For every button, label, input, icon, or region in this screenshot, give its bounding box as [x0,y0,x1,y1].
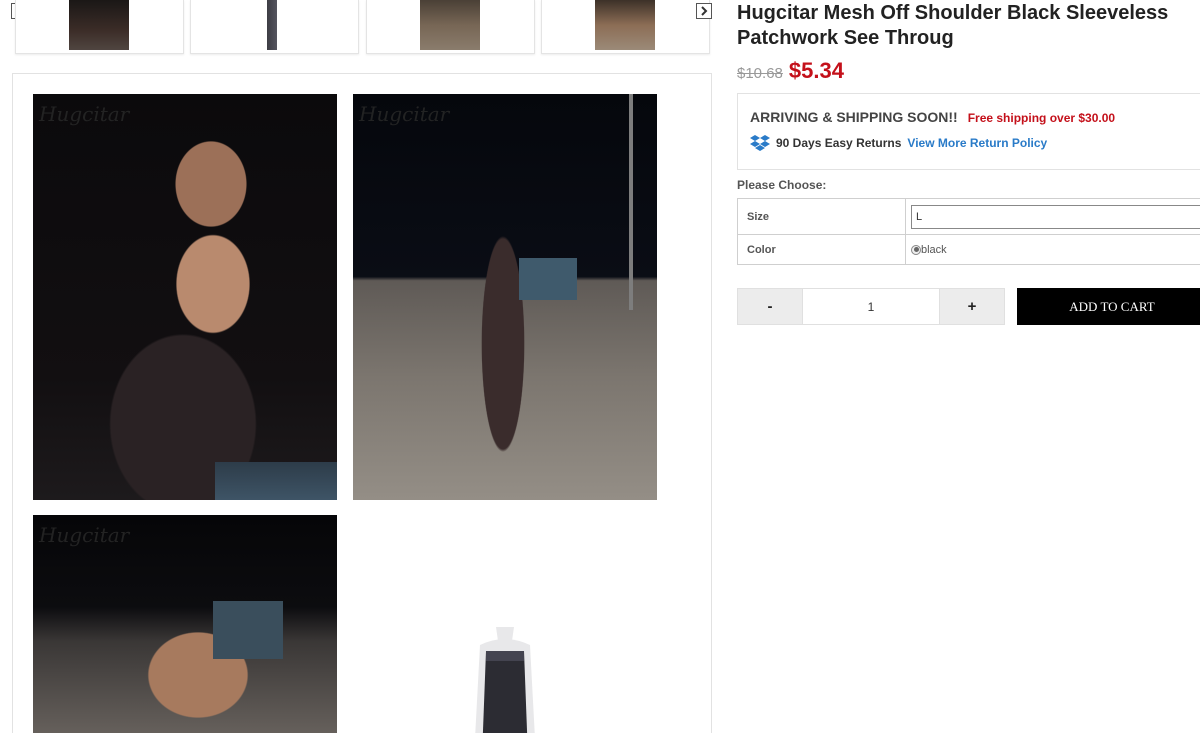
color-radio[interactable] [911,244,921,255]
size-row: Size L [737,198,1200,235]
please-choose-label: Please Choose: [737,178,827,192]
returns-text: 90 Days Easy Returns [776,136,902,150]
product-photo-1[interactable]: Hugcitar [33,94,337,500]
background-building [215,462,337,500]
watermark: Hugcitar [359,102,450,126]
product-photo-3[interactable]: Hugcitar [33,515,337,733]
original-price: $10.68 [737,65,783,82]
sale-price: $5.34 [788,58,844,83]
product-photo-2[interactable]: Hugcitar [353,94,657,500]
thumbnail-strip [0,0,714,58]
free-shipping-note: Free shipping over $30.00 [967,111,1116,125]
thumbnail-image [420,0,480,50]
thumbnail-image [69,0,129,50]
return-policy-link[interactable]: View More Return Policy [907,136,1047,150]
returns-line: 90 Days Easy Returns View More Return Po… [750,134,1047,152]
watermark: Hugcitar [39,523,130,547]
watermark: Hugcitar [39,102,130,126]
shipping-line: ARRIVING & SHIPPING SOON!! Free shipping… [750,109,1115,125]
next-thumbnail-button[interactable] [696,3,712,19]
product-photo-4[interactable] [353,515,657,733]
thumbnail-4[interactable] [541,0,710,54]
chevron-right-icon [701,6,708,16]
quantity-input[interactable]: 1 [803,288,939,325]
color-option-label: black [921,243,947,256]
color-cell: black [905,234,1200,265]
shipping-info-box: ARRIVING & SHIPPING SOON!! Free shipping… [737,93,1200,170]
size-select-value: L [916,210,923,223]
mannequin-dress-image [475,627,535,733]
shipping-heading: ARRIVING & SHIPPING SOON!! [750,109,958,125]
thumbnail-2[interactable] [190,0,359,54]
add-to-cart-button[interactable]: ADD TO CART [1017,288,1200,325]
background-building [519,258,577,300]
color-option-black[interactable]: black [911,244,1200,256]
price-row: $10.68 $5.34 [737,58,844,84]
color-label: Color [737,234,906,265]
product-gallery: Hugcitar Hugcitar Hugcitar [12,73,712,733]
thumbnail-image [595,0,655,50]
thumbnail-3[interactable] [366,0,535,54]
options-table: Size L Color black [737,198,1200,265]
background-pole [629,94,633,310]
size-label: Size [737,198,906,235]
dropbox-icon [750,135,770,151]
color-row: Color black [737,234,1200,265]
size-cell: L [905,198,1200,235]
thumbnail-image [261,0,283,50]
thumbnail-1[interactable] [15,0,184,54]
background-building [213,601,283,659]
decrease-quantity-button[interactable]: - [737,288,803,325]
product-title: Hugcitar Mesh Off Shoulder Black Sleevel… [737,2,1169,49]
quantity-stepper: - 1 + [737,288,1005,325]
increase-quantity-button[interactable]: + [939,288,1005,325]
size-select[interactable]: L [911,204,1200,229]
